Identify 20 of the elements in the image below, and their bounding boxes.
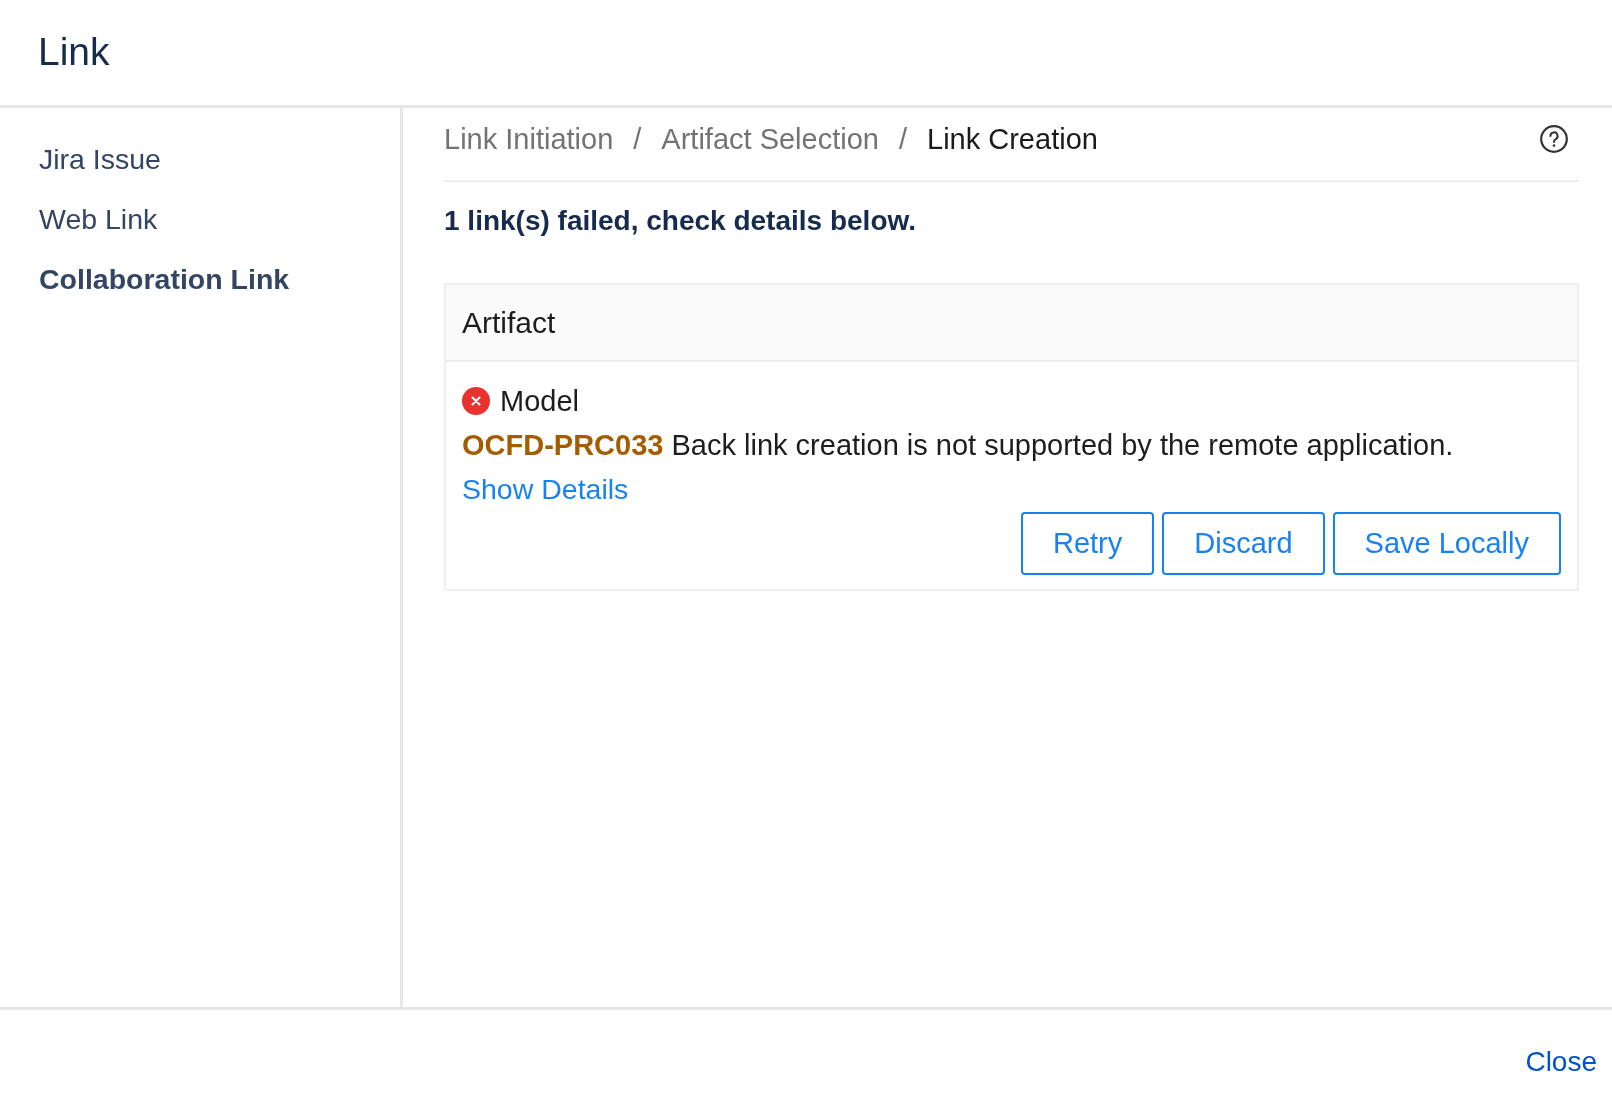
sidebar-item[interactable]: Web Link [39, 189, 158, 249]
help-icon [1540, 125, 1568, 153]
close-button[interactable]: Close [1525, 1046, 1597, 1078]
action-button[interactable]: Discard [1162, 512, 1325, 575]
action-button[interactable]: Retry [1020, 512, 1155, 575]
sidebar-item[interactable]: Collaboration Link [39, 249, 290, 309]
status-message: 1 link(s) failed, check details below. [444, 204, 917, 238]
breadcrumb-step[interactable]: Link Creation [927, 125, 1098, 153]
show-details-link[interactable]: Show Details [462, 467, 629, 511]
column-heading: Artifact [462, 305, 556, 340]
breadcrumb-separator: / [898, 125, 907, 153]
artifact-name: Model [500, 384, 579, 418]
error-message: OCFD-PRC033 Back link creation is not supported by the remote application. [462, 428, 1455, 463]
help-button[interactable] [1540, 125, 1568, 153]
breadcrumb-step[interactable]: Artifact Selection [661, 125, 879, 153]
action-button[interactable]: Save Locally [1332, 512, 1561, 575]
breadcrumb-separator: / [633, 125, 642, 153]
dialog-title: Link [38, 28, 110, 75]
breadcrumb-step[interactable]: Link Initiation [444, 125, 614, 153]
sidebar-item[interactable]: Jira Issue [39, 129, 161, 189]
